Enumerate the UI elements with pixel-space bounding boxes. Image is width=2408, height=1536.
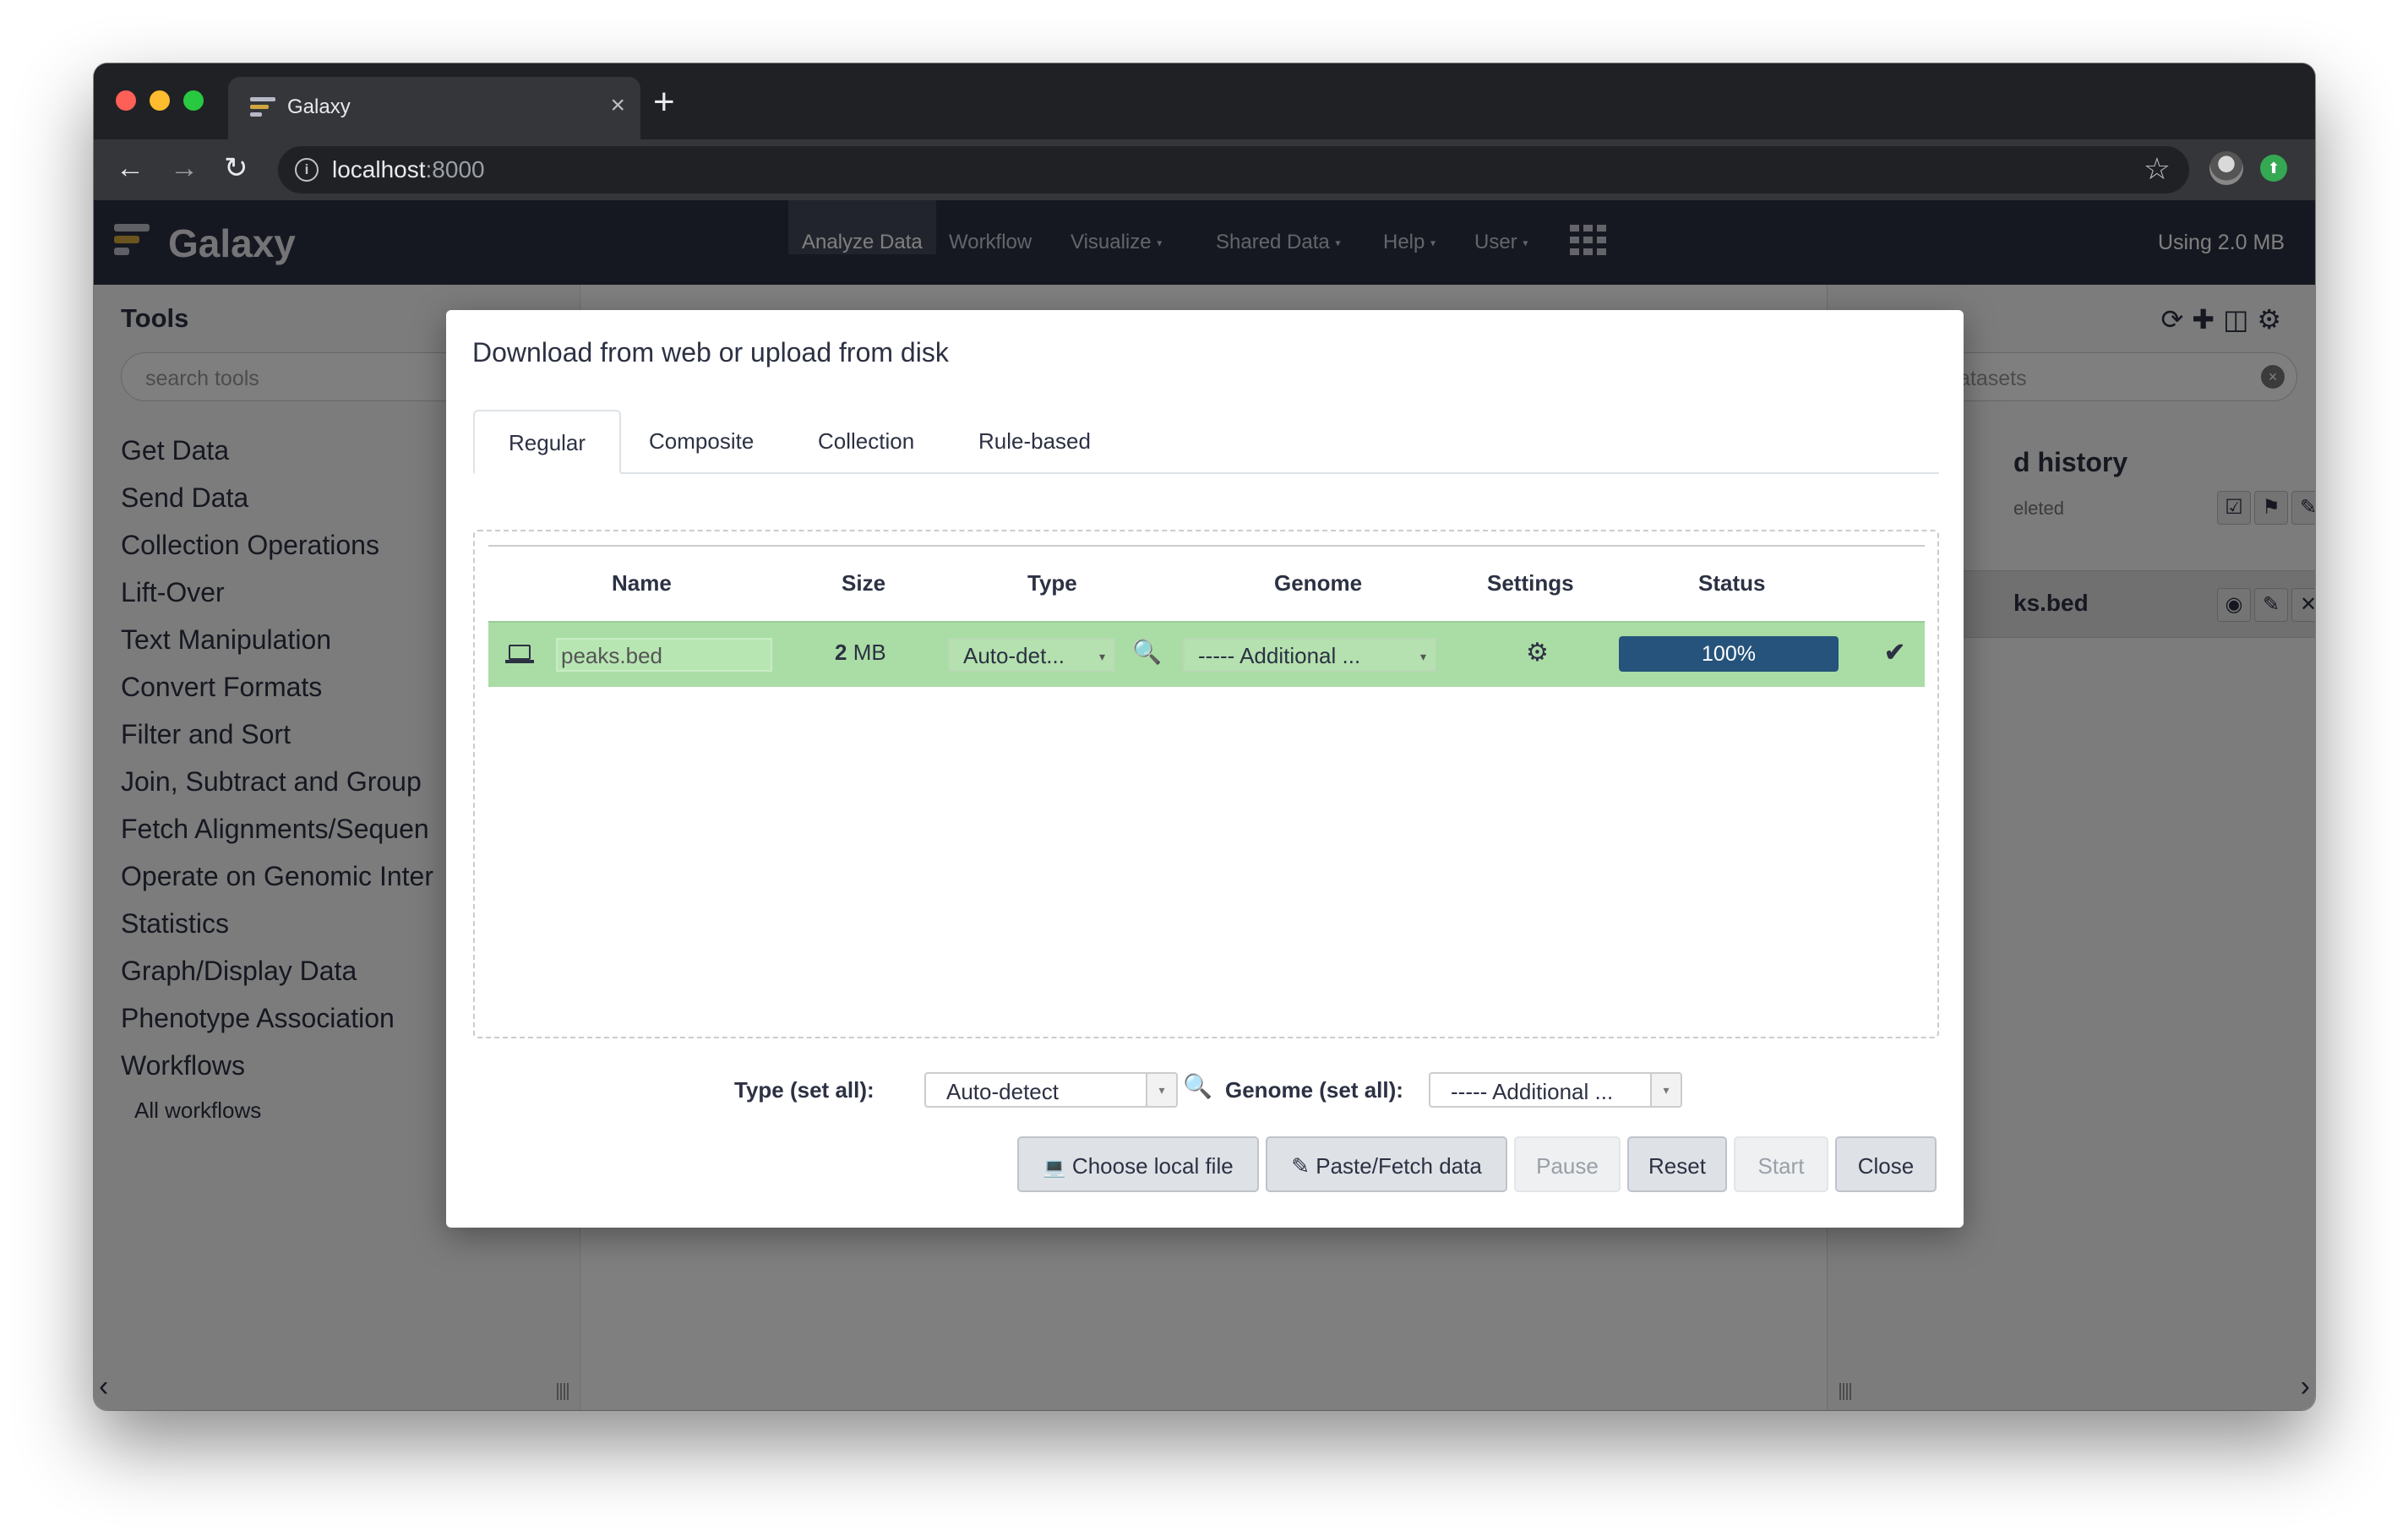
close-window-button[interactable] (116, 90, 136, 111)
bookmark-star-icon[interactable]: ☆ (2144, 151, 2171, 187)
galaxy-page: Galaxy Analyze Data Workflow Visualize ▾… (94, 200, 2315, 1410)
tab-strip: Galaxy × + (94, 63, 2315, 139)
address-bar[interactable]: i localhost:8000 ☆ (278, 146, 2189, 193)
edit-icon: ✎ (1291, 1153, 1310, 1179)
upload-row: peaks.bed 2 MB Auto-det... ▾ 🔍 ----- Add… (488, 621, 1925, 687)
genome-select[interactable]: ----- Additional ... ▾ (1183, 638, 1436, 672)
type-set-all-search-icon[interactable]: 🔍 (1183, 1072, 1212, 1100)
laptop-icon (505, 645, 534, 663)
tab-close-icon[interactable]: × (610, 90, 625, 121)
type-set-all-select[interactable]: Auto-detect ▾ (924, 1072, 1178, 1108)
galaxy-favicon-icon (250, 97, 275, 119)
tab-regular[interactable]: Regular (473, 410, 622, 474)
browser-window: Galaxy × + ← → ↻ i localhost:8000 ☆ ⬆ Ga… (94, 63, 2315, 1410)
reset-button[interactable]: Reset (1627, 1136, 1727, 1192)
profile-avatar[interactable] (2209, 151, 2243, 185)
back-arrow-icon[interactable]: ← (116, 151, 144, 185)
column-header-settings: Settings (1487, 570, 1574, 596)
column-header-genome: Genome (1274, 570, 1363, 596)
close-button[interactable]: Close (1835, 1136, 1937, 1192)
column-header-status: Status (1698, 570, 1766, 596)
maximize-window-button[interactable] (183, 90, 204, 111)
pause-button[interactable]: Pause (1514, 1136, 1621, 1192)
tab-rule-based[interactable]: Rule-based (945, 410, 1125, 474)
file-name-input[interactable]: peaks.bed (556, 638, 772, 672)
type-select[interactable]: Auto-det... ▾ (948, 638, 1115, 672)
file-size: 2 MB (835, 640, 886, 665)
update-extension-icon[interactable]: ⬆ (2260, 155, 2287, 182)
upload-progress-bar: 100% (1619, 636, 1839, 672)
choose-local-file-button[interactable]: 💻 Choose local file (1017, 1136, 1259, 1192)
forward-arrow-icon[interactable]: → (170, 151, 199, 185)
url-text: localhost:8000 (332, 156, 485, 182)
upload-dialog: Download from web or upload from disk Re… (446, 310, 1964, 1228)
set-all-controls: Type (set all): Auto-detect ▾ 🔍 Genome (… (446, 1072, 1964, 1108)
type-set-all-label: Type (set all): (734, 1077, 874, 1103)
minimize-window-button[interactable] (150, 90, 170, 111)
type-search-icon[interactable]: 🔍 (1132, 638, 1162, 666)
dialog-title: Download from web or upload from disk (472, 337, 949, 368)
genome-set-all-label: Genome (set all): (1225, 1077, 1403, 1103)
column-header-type: Type (1027, 570, 1077, 596)
start-button[interactable]: Start (1734, 1136, 1828, 1192)
progress-label: 100% (1702, 642, 1756, 666)
new-tab-button[interactable]: + (653, 84, 675, 121)
paste-fetch-data-button[interactable]: ✎ Paste/Fetch data (1266, 1136, 1507, 1192)
upload-tabs: Regular Composite Collection Rule-based (473, 410, 1939, 474)
site-info-icon[interactable]: i (295, 158, 319, 182)
column-header-name: Name (612, 570, 672, 596)
tab-composite[interactable]: Composite (615, 410, 787, 474)
tab-collection[interactable]: Collection (784, 410, 948, 474)
browser-tab[interactable]: Galaxy × (228, 77, 640, 139)
laptop-icon: 💻 (1043, 1157, 1066, 1178)
browser-toolbar: ← → ↻ i localhost:8000 ☆ ⬆ (94, 139, 2315, 200)
reload-icon[interactable]: ↻ (224, 151, 248, 185)
tab-title: Galaxy (287, 95, 351, 118)
genome-set-all-select[interactable]: ----- Additional ... ▾ (1429, 1072, 1682, 1108)
settings-gear-icon[interactable]: ⚙ (1526, 638, 1549, 667)
checkmark-icon: ✔ (1884, 639, 1906, 667)
upload-table: Name Size Type Genome Settings Status pe… (488, 545, 1925, 687)
upload-drop-zone[interactable]: Name Size Type Genome Settings Status pe… (473, 530, 1939, 1038)
column-header-size: Size (842, 570, 886, 596)
